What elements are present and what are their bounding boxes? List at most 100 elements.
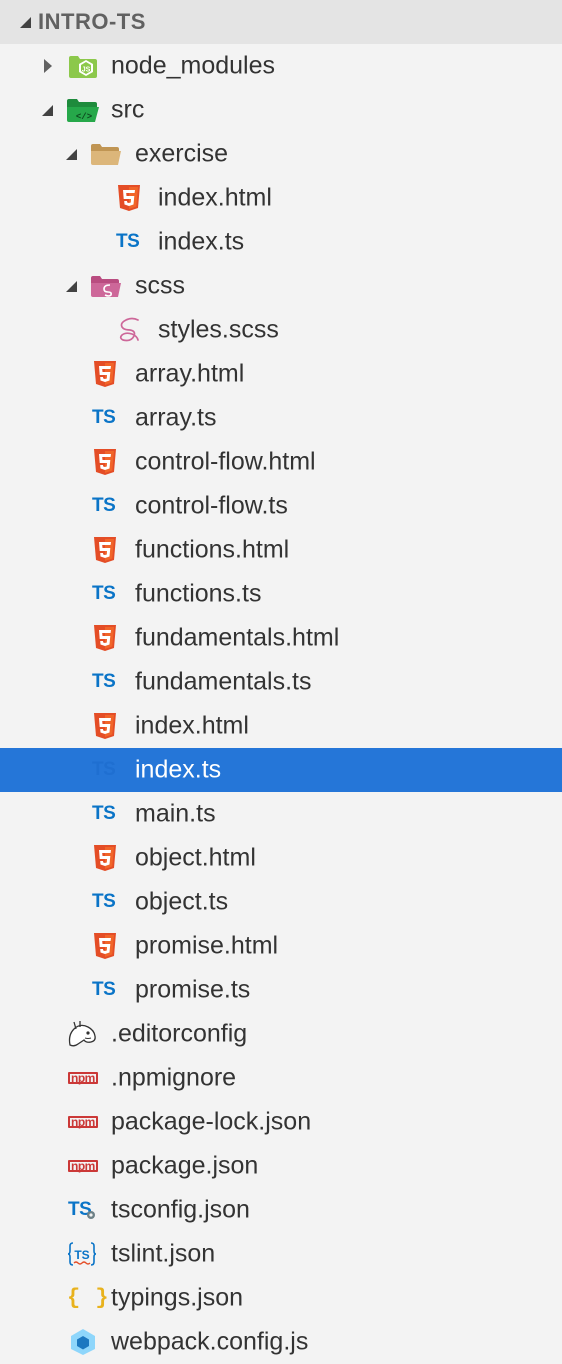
tree-item-styles-scss[interactable]: styles.scss bbox=[0, 308, 562, 352]
typescript-icon: TS bbox=[92, 495, 116, 516]
tree-item-label: index.html bbox=[135, 711, 249, 740]
tree-item-package-json[interactable]: npm package.json bbox=[0, 1144, 562, 1188]
tree-item-functions-html[interactable]: functions.html bbox=[0, 528, 562, 572]
tree-item-node-modules[interactable]: JS node_modules bbox=[0, 44, 562, 88]
tree-item-webpack-config-js[interactable]: webpack.config.js bbox=[0, 1320, 562, 1364]
chevron-down-icon[interactable] bbox=[18, 14, 31, 28]
typescript-icon: TS bbox=[92, 891, 116, 912]
typescript-icon: TS bbox=[92, 979, 116, 1000]
json-braces-icon: { } bbox=[67, 1285, 110, 1311]
tree-item-label: control-flow.html bbox=[135, 447, 316, 476]
tree-item-label: promise.ts bbox=[135, 975, 251, 1004]
typescript-icon: TS bbox=[92, 671, 116, 692]
tree-item-label: styles.scss bbox=[158, 315, 279, 344]
tree-item-array-ts[interactable]: TS array.ts bbox=[0, 396, 562, 440]
html5-icon bbox=[93, 360, 117, 388]
chevron-right-icon[interactable] bbox=[40, 58, 56, 74]
tree-item-control-flow-ts[interactable]: TS control-flow.ts bbox=[0, 484, 562, 528]
html5-icon bbox=[93, 844, 117, 872]
tree-item-label: fundamentals.html bbox=[135, 623, 340, 652]
html5-icon bbox=[93, 536, 117, 564]
tree-item-label: control-flow.ts bbox=[135, 491, 288, 520]
src-folder-icon: </> bbox=[66, 97, 100, 123]
typescript-icon: TS bbox=[92, 803, 116, 824]
tree-item-src[interactable]: </> src bbox=[0, 88, 562, 132]
tree-item-promise-ts[interactable]: TS promise.ts bbox=[0, 968, 562, 1012]
tree-item-label: array.html bbox=[135, 359, 245, 388]
tree-item-label: tsconfig.json bbox=[111, 1195, 250, 1224]
file-tree: JS node_modules </> src exercise index.h… bbox=[0, 44, 562, 1364]
svg-text:</>: </> bbox=[76, 112, 92, 122]
tree-item-main-ts[interactable]: TS main.ts bbox=[0, 792, 562, 836]
tree-item-control-flow-html[interactable]: control-flow.html bbox=[0, 440, 562, 484]
chevron-down-icon[interactable] bbox=[40, 102, 56, 118]
folder-open-icon bbox=[90, 142, 122, 166]
typescript-icon: TS bbox=[116, 231, 140, 252]
tree-item-label: exercise bbox=[135, 139, 229, 168]
html5-icon bbox=[93, 932, 117, 960]
sass-folder-icon bbox=[90, 274, 122, 298]
tree-item-editorconfig[interactable]: .editorconfig bbox=[0, 1012, 562, 1056]
html5-icon bbox=[93, 712, 117, 740]
tree-item-tslint-json[interactable]: TS tslint.json bbox=[0, 1232, 562, 1276]
tree-item-functions-ts[interactable]: TS functions.ts bbox=[0, 572, 562, 616]
tree-item-promise-html[interactable]: promise.html bbox=[0, 924, 562, 968]
tree-item-label: node_modules bbox=[111, 51, 276, 80]
tree-item-label: object.ts bbox=[135, 887, 229, 916]
svg-text:TS: TS bbox=[74, 1248, 89, 1262]
tree-item-index-ts-selected[interactable]: TS index.ts bbox=[0, 748, 562, 792]
tree-item-label: object.html bbox=[135, 843, 256, 872]
html5-icon bbox=[93, 624, 117, 652]
tree-item-label: package-lock.json bbox=[111, 1107, 312, 1136]
svg-text:JS: JS bbox=[82, 67, 91, 74]
tree-item-label: scss bbox=[135, 271, 185, 300]
tree-item-label: webpack.config.js bbox=[111, 1327, 309, 1356]
webpack-icon bbox=[69, 1328, 97, 1356]
chevron-down-icon[interactable] bbox=[64, 146, 80, 162]
tree-item-object-html[interactable]: object.html bbox=[0, 836, 562, 880]
tree-item-label: array.ts bbox=[135, 403, 217, 432]
tree-item-array-html[interactable]: array.html bbox=[0, 352, 562, 396]
tree-item-label: typings.json bbox=[111, 1283, 244, 1312]
explorer-section-header[interactable]: INTRO-TS bbox=[0, 0, 562, 44]
tree-item-label: functions.html bbox=[135, 535, 290, 564]
html5-icon bbox=[117, 184, 141, 212]
tree-item-fundamentals-ts[interactable]: TS fundamentals.ts bbox=[0, 660, 562, 704]
tree-item-exercise-index-ts[interactable]: TS index.ts bbox=[0, 220, 562, 264]
tree-item-tsconfig-json[interactable]: TS tsconfig.json bbox=[0, 1188, 562, 1232]
npm-icon: npm bbox=[68, 1116, 98, 1128]
tree-item-label: index.ts bbox=[135, 755, 222, 784]
tree-item-typings-json[interactable]: { } typings.json bbox=[0, 1276, 562, 1320]
tree-item-label: main.ts bbox=[135, 799, 216, 828]
typescript-icon: TS bbox=[92, 583, 116, 604]
editorconfig-icon bbox=[66, 1019, 98, 1049]
tree-item-scss[interactable]: scss bbox=[0, 264, 562, 308]
typescript-icon: TS bbox=[92, 407, 116, 428]
tslint-icon: TS bbox=[66, 1240, 98, 1268]
tree-item-label: src bbox=[111, 95, 145, 124]
npm-icon: npm bbox=[68, 1072, 98, 1084]
tree-item-label: .editorconfig bbox=[111, 1019, 248, 1048]
tree-item-fundamentals-html[interactable]: fundamentals.html bbox=[0, 616, 562, 660]
sass-icon bbox=[116, 316, 144, 344]
tree-item-label: fundamentals.ts bbox=[135, 667, 312, 696]
tree-item-exercise-index-html[interactable]: index.html bbox=[0, 176, 562, 220]
tree-item-label: .npmignore bbox=[111, 1063, 237, 1092]
tree-item-object-ts[interactable]: TS object.ts bbox=[0, 880, 562, 924]
file-explorer: INTRO-TS JS node_modules </> src exercis… bbox=[0, 0, 562, 1355]
tree-item-package-lock-json[interactable]: npm package-lock.json bbox=[0, 1100, 562, 1144]
tree-item-label: index.ts bbox=[158, 227, 245, 256]
tsconfig-icon: TS bbox=[68, 1199, 97, 1221]
tree-item-npmignore[interactable]: npm .npmignore bbox=[0, 1056, 562, 1100]
tree-item-label: index.html bbox=[158, 183, 272, 212]
chevron-down-icon[interactable] bbox=[64, 278, 80, 294]
section-title: INTRO-TS bbox=[38, 9, 146, 34]
tree-item-index-html[interactable]: index.html bbox=[0, 704, 562, 748]
tree-item-label: promise.html bbox=[135, 931, 279, 960]
npm-icon: npm bbox=[68, 1160, 98, 1172]
html5-icon bbox=[93, 448, 117, 476]
tree-item-label: tslint.json bbox=[111, 1239, 216, 1268]
typescript-icon: TS bbox=[92, 759, 116, 780]
node-folder-icon: JS bbox=[68, 53, 98, 79]
tree-item-exercise[interactable]: exercise bbox=[0, 132, 562, 176]
